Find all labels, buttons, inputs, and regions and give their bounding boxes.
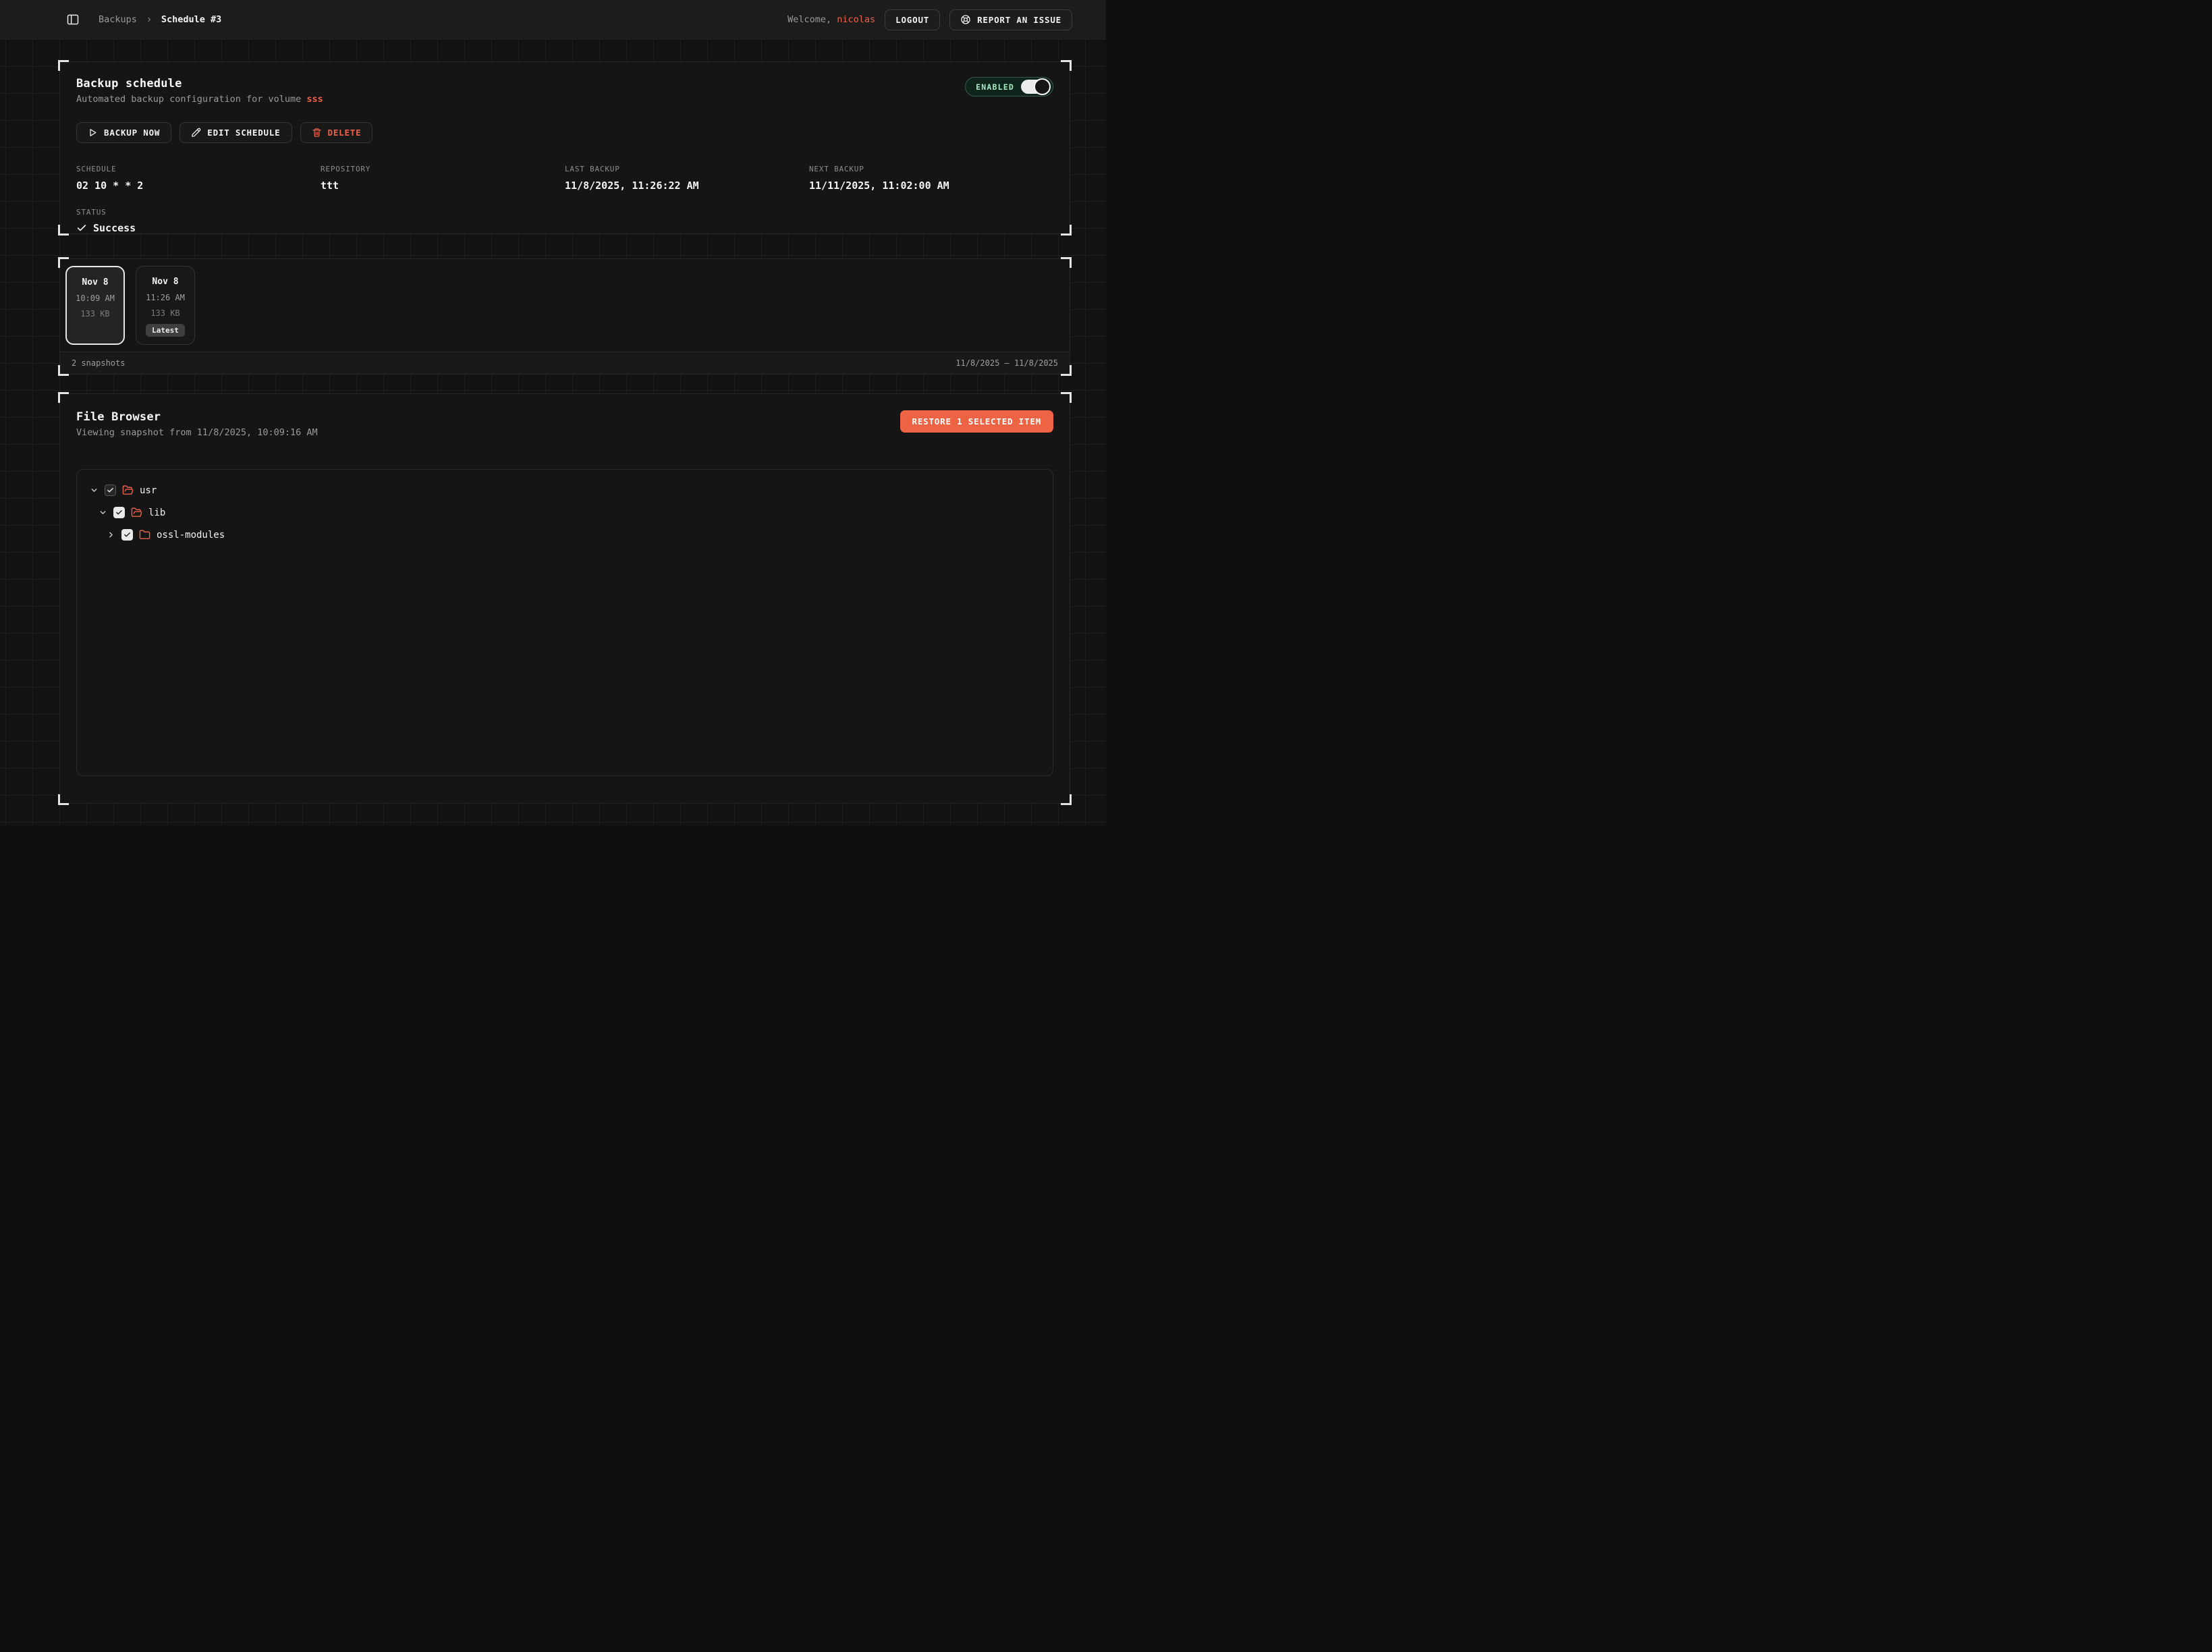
page: Backups Schedule #3 Welcome, nicolas LOG… [0,0,1106,826]
checkbox-ossl-modules[interactable] [121,529,133,541]
corner-bracket [1061,225,1072,236]
field-label: NEXT BACKUP [809,165,1053,173]
restore-button[interactable]: RESTORE 1 SELECTED ITEM [900,410,1054,433]
toggle-switch[interactable] [1021,80,1049,94]
report-issue-button[interactable]: REPORT AN ISSUE [949,9,1072,30]
field-schedule: SCHEDULE 02 10 * * 2 [76,165,321,192]
breadcrumb: Backups Schedule #3 [99,14,221,25]
folder-open-icon [122,485,134,496]
chevron-right-icon [145,16,153,24]
trash-icon [312,128,322,138]
tree-item-name: lib [148,507,165,518]
welcome-text: Welcome, nicolas [787,14,875,25]
checkbox-usr[interactable] [105,485,116,496]
file-browser-subtitle: Viewing snapshot from 11/8/2025, 10:09:1… [76,427,318,438]
field-value: ttt [321,180,565,192]
corner-bracket [58,392,69,403]
tree-row-usr[interactable]: usr [77,479,1053,501]
field-label: REPOSITORY [321,165,565,173]
panel-left-icon [66,13,80,26]
volume-name: sss [306,94,323,105]
file-tree: usr lib [76,469,1053,776]
report-issue-button-label: REPORT AN ISSUE [977,15,1061,25]
chevron-down-icon[interactable] [99,508,107,517]
file-browser-heading: File Browser Viewing snapshot from 11/8/… [76,410,318,438]
field-label: SCHEDULE [76,165,321,173]
tree-row-ossl-modules[interactable]: ossl-modules [77,524,1053,546]
lifebuoy-icon [960,14,971,25]
check-icon [76,223,87,233]
sidebar-toggle-button[interactable] [66,13,80,26]
breadcrumb-backups-link[interactable]: Backups [99,14,137,25]
snapshot-size: 133 KB [80,309,109,319]
field-repository: REPOSITORY ttt [321,165,565,192]
backup-now-label: BACKUP NOW [104,128,160,138]
edit-schedule-button[interactable]: EDIT SCHEDULE [179,122,292,143]
toggle-knob [1034,78,1051,95]
field-value: 11/11/2025, 11:02:00 AM [809,180,1053,192]
snapshot-time: 10:09 AM [76,294,115,303]
tree-row-lib[interactable]: lib [77,501,1053,524]
app-header: Backups Schedule #3 Welcome, nicolas LOG… [0,0,1106,39]
folder-icon [139,529,150,541]
file-browser-title: File Browser [76,410,318,424]
snapshot-date: Nov 8 [82,277,108,287]
field-label: STATUS [76,208,1053,217]
file-browser-panel: File Browser Viewing snapshot from 11/8/… [59,393,1070,804]
checkbox-lib[interactable] [113,507,125,518]
corner-bracket [58,794,69,805]
field-status: STATUS Success [76,208,1053,234]
enabled-toggle[interactable]: ENABLED [965,77,1053,97]
corner-bracket [1061,392,1072,403]
breadcrumb-current: Schedule #3 [161,14,221,25]
panel-subtitle-text: Automated backup configuration for volum… [76,94,306,105]
username: nicolas [837,14,875,25]
schedule-actions: BACKUP NOW EDIT SCHEDULE DELETE [76,122,1053,143]
enabled-toggle-label: ENABLED [976,82,1014,92]
snapshot-size: 133 KB [150,308,179,318]
schedule-heading: Backup schedule Automated backup configu… [76,77,323,105]
field-last-backup: LAST BACKUP 11/8/2025, 11:26:22 AM [565,165,809,192]
snapshots-footer: 2 snapshots 11/8/2025 – 11/8/2025 [60,352,1070,374]
corner-bracket [1061,60,1072,71]
corner-bracket [58,225,69,236]
delete-label: DELETE [328,128,362,138]
welcome-prefix: Welcome, [787,14,837,25]
field-value: 02 10 * * 2 [76,180,321,192]
status-text: Success [93,222,136,234]
snapshot-date: Nov 8 [152,277,178,287]
snapshot-date-range: 11/8/2025 – 11/8/2025 [956,358,1058,368]
snapshot-card-selected[interactable]: Nov 8 10:09 AM 133 KB [65,266,125,345]
snapshots-panel: Nov 8 10:09 AM 133 KB Nov 8 11:26 AM 133… [59,258,1070,375]
folder-open-icon [131,507,142,518]
play-icon [88,128,98,138]
tree-item-name: ossl-modules [157,530,225,541]
latest-badge: Latest [146,324,185,337]
logout-button-label: LOGOUT [895,15,929,25]
snapshot-card[interactable]: Nov 8 11:26 AM 133 KB Latest [136,266,195,345]
logout-button[interactable]: LOGOUT [885,9,940,30]
field-label: LAST BACKUP [565,165,809,173]
edit-schedule-label: EDIT SCHEDULE [207,128,280,138]
panel-title: Backup schedule [76,77,323,90]
backup-schedule-panel: Backup schedule Automated backup configu… [59,61,1070,234]
snapshot-list: Nov 8 10:09 AM 133 KB Nov 8 11:26 AM 133… [60,259,1070,352]
snapshot-count: 2 snapshots [72,358,125,368]
corner-bracket [1061,794,1072,805]
chevron-down-icon[interactable] [90,486,99,495]
chevron-right-icon[interactable] [107,530,115,539]
field-value: 11/8/2025, 11:26:22 AM [565,180,809,192]
field-next-backup: NEXT BACKUP 11/11/2025, 11:02:00 AM [809,165,1053,192]
corner-bracket [58,60,69,71]
schedule-fields: SCHEDULE 02 10 * * 2 REPOSITORY ttt LAST… [76,165,1053,192]
snapshot-time: 11:26 AM [146,293,185,302]
panel-subtitle: Automated backup configuration for volum… [76,94,323,105]
backup-now-button[interactable]: BACKUP NOW [76,122,171,143]
tree-item-name: usr [140,485,157,496]
delete-button[interactable]: DELETE [300,122,373,143]
pencil-icon [191,128,201,138]
